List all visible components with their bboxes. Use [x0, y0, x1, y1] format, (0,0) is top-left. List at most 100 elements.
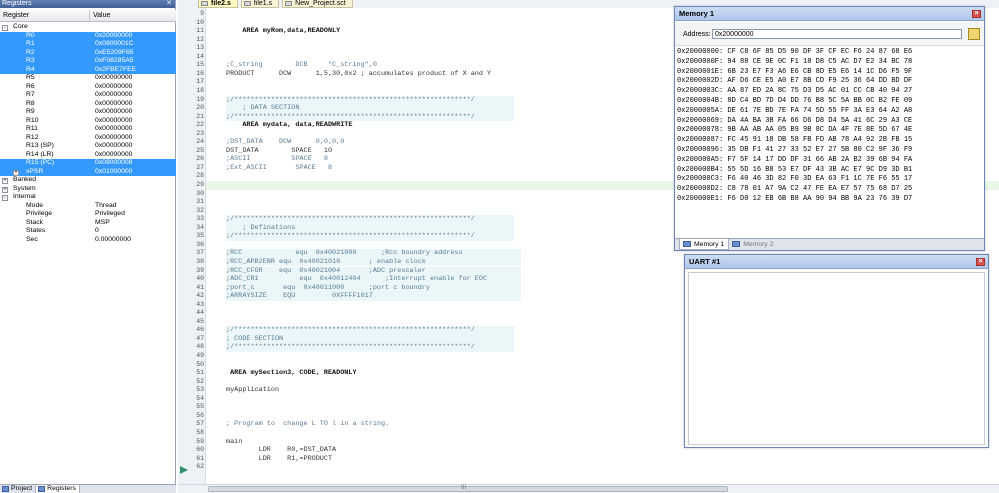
register-row[interactable]: R14 (LR) 0x00000000: [0, 151, 176, 160]
tab-memory-2[interactable]: Memory 2: [729, 239, 777, 250]
register-group-row[interactable]: + System: [0, 185, 176, 194]
tab-file1[interactable]: file1.s: [240, 0, 280, 8]
code-line[interactable]: ;ASCII SPACE 8: [226, 155, 328, 163]
code-line[interactable]: ;RCC_APB2ENR equ 0x40021018 ; enable clo…: [226, 258, 426, 266]
register-row[interactable]: R5 0x00000000: [0, 74, 176, 83]
register-row[interactable]: R12 0x00000000: [0, 134, 176, 143]
register-group-row[interactable]: - Core: [0, 23, 176, 32]
uart-title-bar[interactable]: UART #1 ×: [685, 255, 988, 269]
register-row[interactable]: Stack MSP: [0, 219, 176, 228]
register-row[interactable]: R3 0xF08285A5: [0, 57, 176, 66]
code-line[interactable]: ;/**************************************…: [226, 215, 475, 223]
close-icon[interactable]: ×: [972, 10, 981, 18]
code-line[interactable]: AREA mydata, data,READWRITE: [226, 121, 352, 129]
register-row[interactable]: R9 0x00000000: [0, 108, 176, 117]
code-line[interactable]: ; CODE SECTION: [226, 335, 283, 343]
lock-icon[interactable]: [968, 28, 980, 40]
memory-row[interactable]: 0x200000C3: F6 40 46 3D 82 F0 3D EA 63 F…: [677, 175, 982, 185]
memory-row[interactable]: 0x2000000F: 94 88 CE 9E 0C F1 18 D8 C5 A…: [677, 58, 982, 68]
code-line[interactable]: ;/**************************************…: [226, 343, 475, 351]
tab-new-project-sct[interactable]: New_Project.sct: [282, 0, 353, 8]
register-value[interactable]: MSP: [95, 219, 110, 228]
code-line[interactable]: ;/**************************************…: [226, 113, 475, 121]
register-value[interactable]: 0x00000000: [95, 134, 132, 143]
register-value[interactable]: 0x00000000: [95, 91, 132, 100]
collapse-icon[interactable]: -: [2, 25, 8, 31]
register-group-row[interactable]: + Banked: [0, 176, 176, 185]
register-value[interactable]: 0x01000000: [95, 168, 132, 177]
code-line[interactable]: ;RCC_CFGR equ 0x40021004 ;ADC prescaler: [226, 267, 426, 275]
code-line[interactable]: ; DATA SECTION: [226, 104, 299, 112]
code-line[interactable]: myApplication: [226, 386, 279, 394]
register-value[interactable]: 0.00000000: [95, 236, 131, 245]
register-value[interactable]: 0x00000000: [95, 74, 132, 83]
memory-row[interactable]: 0x200000B4: 55 5D 16 B8 53 E7 DF 43 3B A…: [677, 166, 982, 176]
code-line[interactable]: ;C_string DCB "C_string",0: [226, 61, 377, 69]
register-value[interactable]: 0x2FBE7FEE: [95, 66, 136, 75]
register-row[interactable]: R2 0xE5209F65: [0, 48, 176, 58]
memory-row[interactable]: 0x2000003C: AA 87 ED 2A 8C 75 D3 D5 AC 0…: [677, 87, 982, 97]
uart-output[interactable]: [688, 272, 985, 445]
code-line[interactable]: ;/**************************************…: [226, 326, 475, 334]
register-row[interactable]: R7 0x00000000: [0, 91, 176, 100]
register-row[interactable]: R8 0x00000000: [0, 100, 176, 109]
register-value[interactable]: Privileged: [95, 210, 125, 219]
collapse-icon[interactable]: -: [2, 195, 8, 201]
memory-row[interactable]: 0x200000D2: C8 78 01 A7 9A C2 47 FE EA E…: [677, 185, 982, 195]
register-value[interactable]: 0x00000000: [95, 108, 132, 117]
code-line[interactable]: ;ARRAYSIZE EQU 0XFFFF1017: [226, 292, 373, 300]
register-row[interactable]: + xPSR 0x01000000: [0, 167, 176, 177]
register-row[interactable]: Privilege Privileged: [0, 210, 176, 219]
memory-dump[interactable]: 0x20000000: CF C8 6F 85 D5 90 DF 3F CF E…: [677, 48, 982, 205]
tab-file2[interactable]: file2.s: [198, 0, 238, 8]
code-line[interactable]: DST_DATA SPACE 10: [226, 147, 332, 155]
register-value[interactable]: 0x0800001C: [95, 40, 134, 49]
memory-row[interactable]: 0x200000E1: F6 D0 12 EB 6B B8 AA 90 94 B…: [677, 195, 982, 205]
register-value[interactable]: 0x00000000: [95, 125, 132, 134]
register-value[interactable]: 0x20000000: [95, 32, 132, 41]
register-value[interactable]: 0xE5209F65: [95, 49, 134, 58]
register-row[interactable]: R0 0x20000000: [0, 31, 176, 41]
memory-row[interactable]: 0x20000078: 9B AA AB AA 05 B9 9B 8C DA 4…: [677, 126, 982, 136]
code-line[interactable]: LDR R0,=DST_DATA: [226, 446, 337, 454]
memory-row[interactable]: 0x2000004B: 8D C4 BD 7D D4 DD 76 B8 5C 5…: [677, 97, 982, 107]
tab-registers[interactable]: Registers: [36, 485, 80, 493]
code-line[interactable]: ;/**************************************…: [226, 232, 475, 240]
code-line[interactable]: ;ADC_CR1 equ 0x40012404 ;Interrupt enabl…: [226, 275, 487, 283]
col-register-header[interactable]: Register: [0, 10, 90, 22]
code-line[interactable]: ; Program to change L TO l in a string.: [226, 420, 389, 428]
memory-row[interactable]: 0x20000000: CF C8 6F 85 D5 90 DF 3F CF E…: [677, 48, 982, 58]
register-value[interactable]: 0x08000008: [95, 159, 132, 168]
register-value[interactable]: 0x00000000: [95, 142, 132, 151]
register-row[interactable]: R13 (SP) 0x00000000: [0, 142, 176, 151]
register-value[interactable]: Thread: [95, 202, 117, 211]
register-row[interactable]: R10 0x00000000: [0, 117, 176, 126]
memory-row[interactable]: 0x20000096: 35 DB F1 41 27 33 52 E7 27 5…: [677, 146, 982, 156]
memory-title-bar[interactable]: Memory 1 ×: [675, 7, 984, 21]
scrollbar-thumb[interactable]: III: [208, 485, 728, 492]
close-icon[interactable]: ✕: [166, 0, 172, 8]
register-group-row[interactable]: - Internal: [0, 193, 176, 202]
register-row[interactable]: R11 0x00000000: [0, 125, 176, 134]
code-line[interactable]: ;RCC equ 0x40021000 ;Rcc boundry address: [226, 249, 463, 257]
memory-row[interactable]: 0x2000005A: DE 61 7E BD 7E FA 74 5D 55 F…: [677, 107, 982, 117]
code-line[interactable]: ;/**************************************…: [226, 96, 475, 104]
memory-row[interactable]: 0x2000001E: 6B 23 E7 F3 A6 E6 CB 8D E5 E…: [677, 68, 982, 78]
horizontal-scrollbar[interactable]: III: [178, 484, 999, 493]
col-value-header[interactable]: Value: [90, 10, 110, 22]
register-value[interactable]: 0x00000000: [95, 117, 132, 126]
code-line[interactable]: ;Ext_ASCII SPACE 8: [226, 164, 332, 172]
expand-icon[interactable]: +: [2, 186, 8, 193]
register-row[interactable]: R15 (PC) 0x08000008: [0, 159, 176, 168]
register-row[interactable]: Mode Thread: [0, 202, 176, 211]
editor-gutter[interactable]: 9 10 11 12 13 14 15 16 17 18 19 20 21 22 23 24 25 26 27 28 2…: [178, 8, 206, 484]
close-icon[interactable]: ×: [976, 258, 985, 266]
memory-row[interactable]: 0x20000069: DA 4A BA 3B FA 66 D6 D8 D4 5…: [677, 117, 982, 127]
code-line[interactable]: main: [226, 438, 242, 446]
code-line[interactable]: ;DST_DATA DCW 0,0,0,0: [226, 138, 344, 146]
register-row[interactable]: R1 0x0800001C: [0, 40, 176, 49]
expand-icon[interactable]: +: [2, 178, 8, 184]
code-line[interactable]: ; Definations: [226, 224, 295, 232]
expand-icon[interactable]: +: [13, 169, 19, 176]
tab-project[interactable]: Project: [0, 485, 37, 493]
